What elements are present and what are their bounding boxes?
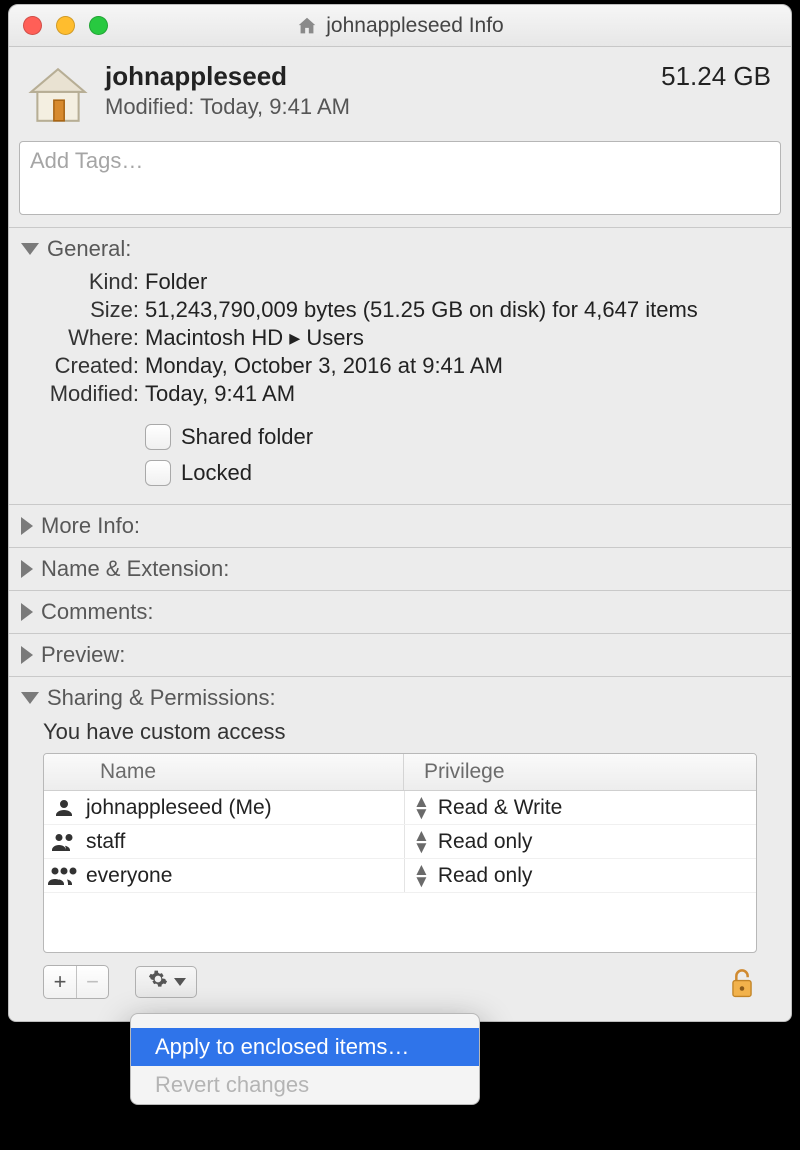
privilege-value: Read only	[438, 830, 533, 854]
sharing-header[interactable]: Sharing & Permissions:	[21, 685, 779, 711]
window-title: johnappleseed Info	[326, 14, 504, 38]
table-row[interactable]: staff▲▼Read only	[44, 825, 756, 859]
titlebar[interactable]: johnappleseed Info	[9, 5, 791, 47]
general-title: General:	[47, 236, 131, 262]
locked-label: Locked	[181, 460, 252, 486]
stepper-icon: ▲▼	[405, 864, 438, 888]
privilege-cell[interactable]: ▲▼Read only	[404, 859, 756, 892]
column-name[interactable]: Name	[44, 754, 404, 790]
close-button[interactable]	[23, 16, 42, 35]
permission-name: staff	[84, 830, 404, 854]
name-ext-header[interactable]: Name & Extension:	[21, 556, 779, 582]
chevron-right-icon	[21, 646, 33, 664]
permissions-footer: + −	[21, 965, 779, 1013]
user-icon	[44, 864, 84, 888]
section-comments: Comments:	[9, 590, 791, 633]
more-info-header[interactable]: More Info:	[21, 513, 779, 539]
stepper-icon: ▲▼	[405, 830, 438, 854]
sharing-title: Sharing & Permissions:	[47, 685, 276, 711]
tags-input[interactable]: Add Tags…	[19, 141, 781, 215]
menu-revert-changes[interactable]: Revert changes	[131, 1066, 479, 1104]
privilege-value: Read only	[438, 864, 533, 888]
kind-value: Folder	[145, 269, 779, 295]
comments-header[interactable]: Comments:	[21, 599, 779, 625]
permission-name: everyone	[84, 864, 404, 888]
user-icon	[44, 830, 84, 854]
where-value: Macintosh HD ▸ Users	[145, 325, 779, 351]
chevron-down-icon	[21, 243, 39, 255]
created-label: Created:	[21, 353, 139, 379]
kind-label: Kind:	[21, 269, 139, 295]
table-row[interactable]: johnappleseed (Me)▲▼Read & Write	[44, 791, 756, 825]
caret-down-icon	[174, 978, 186, 986]
modified-value: Today, 9:41 AM	[145, 381, 779, 407]
preview-header[interactable]: Preview:	[21, 642, 779, 668]
stepper-icon: ▲▼	[405, 796, 438, 820]
section-preview: Preview:	[9, 633, 791, 676]
more-info-title: More Info:	[41, 513, 140, 539]
modified-line: Modified: Today, 9:41 AM	[105, 94, 651, 120]
add-button[interactable]: +	[44, 966, 76, 998]
section-more-info: More Info:	[9, 504, 791, 547]
chevron-right-icon	[21, 603, 33, 621]
permissions-table: Name Privilege johnappleseed (Me)▲▼Read …	[43, 753, 757, 953]
access-line: You have custom access	[43, 719, 779, 745]
section-sharing: Sharing & Permissions: You have custom a…	[9, 676, 791, 1021]
preview-title: Preview:	[41, 642, 125, 668]
chevron-right-icon	[21, 517, 33, 535]
column-privilege[interactable]: Privilege	[404, 754, 756, 790]
privilege-cell[interactable]: ▲▼Read & Write	[404, 791, 756, 824]
zoom-button[interactable]	[89, 16, 108, 35]
locked-checkbox[interactable]	[145, 460, 171, 486]
item-size: 51.24 GB	[661, 61, 771, 92]
shared-folder-checkbox[interactable]	[145, 424, 171, 450]
header: johnappleseed Modified: Today, 9:41 AM 5…	[9, 47, 791, 127]
where-label: Where:	[21, 325, 139, 351]
remove-button[interactable]: −	[76, 966, 108, 998]
minimize-button[interactable]	[56, 16, 75, 35]
modified-label: Modified:	[21, 381, 139, 407]
table-row[interactable]: everyone▲▼Read only	[44, 859, 756, 893]
name-ext-title: Name & Extension:	[41, 556, 229, 582]
privilege-cell[interactable]: ▲▼Read only	[404, 825, 756, 858]
home-folder-icon	[23, 61, 93, 127]
comments-title: Comments:	[41, 599, 153, 625]
home-icon	[296, 15, 318, 37]
general-header[interactable]: General:	[21, 236, 779, 262]
chevron-right-icon	[21, 560, 33, 578]
permission-name: johnappleseed (Me)	[84, 796, 404, 820]
chevron-down-icon	[21, 692, 39, 704]
menu-apply-enclosed[interactable]: Apply to enclosed items…	[131, 1028, 479, 1066]
action-menu-button[interactable]	[135, 966, 197, 998]
section-general: General: Kind:Folder Size:51,243,790,009…	[9, 227, 791, 504]
section-name-extension: Name & Extension:	[9, 547, 791, 590]
add-remove-group: + −	[43, 965, 109, 999]
item-name: johnappleseed	[105, 61, 651, 92]
size-value: 51,243,790,009 bytes (51.25 GB on disk) …	[145, 297, 779, 323]
size-label: Size:	[21, 297, 139, 323]
created-value: Monday, October 3, 2016 at 9:41 AM	[145, 353, 779, 379]
window-controls	[23, 16, 108, 35]
lock-icon[interactable]	[727, 967, 757, 997]
info-window: johnappleseed Info johnappleseed Modifie…	[8, 4, 792, 1022]
user-icon	[44, 796, 84, 820]
shared-folder-label: Shared folder	[181, 424, 313, 450]
gear-icon	[148, 969, 168, 995]
action-menu: Apply to enclosed items… Revert changes	[130, 1013, 480, 1105]
privilege-value: Read & Write	[438, 796, 563, 820]
